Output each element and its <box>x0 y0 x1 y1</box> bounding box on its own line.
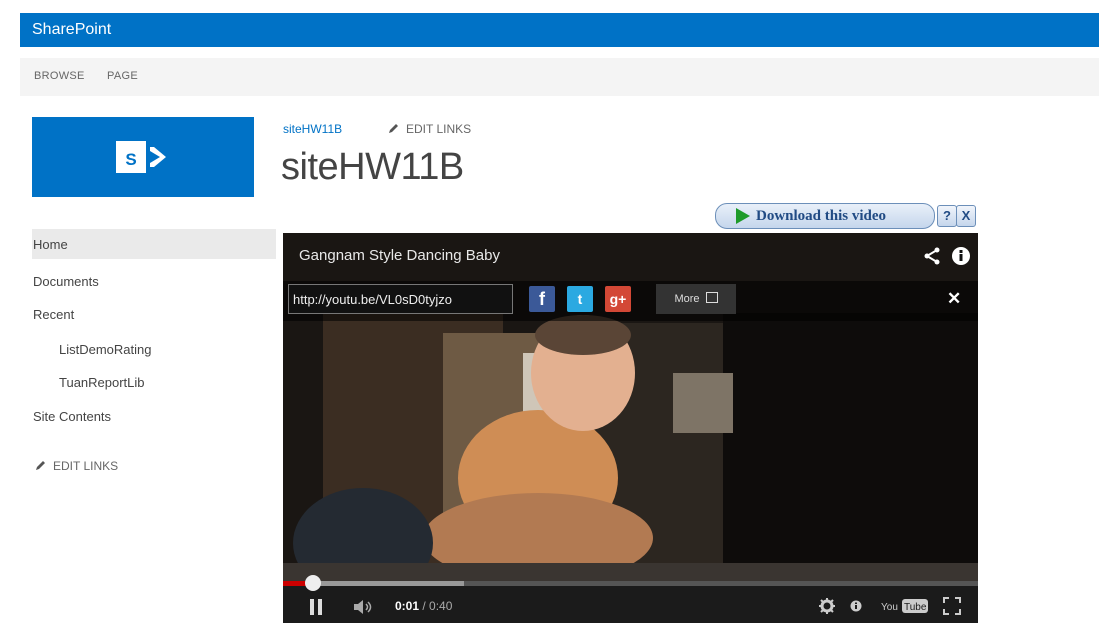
download-help-button[interactable]: ? <box>937 205 957 227</box>
svg-text:You: You <box>881 602 898 613</box>
video-player[interactable]: Gangnam Style Dancing Baby http://youtu.… <box>283 233 978 623</box>
pause-icon[interactable] <box>309 599 323 615</box>
facebook-share-button[interactable]: f <box>529 286 555 312</box>
scrubber-handle[interactable] <box>304 575 321 591</box>
info-icon[interactable] <box>951 246 971 266</box>
pencil-icon <box>389 124 398 133</box>
site-logo[interactable]: S <box>32 117 254 197</box>
youtube-logo-icon[interactable]: You Tube <box>881 597 931 615</box>
time-display: 0:01 / 0:40 <box>395 599 452 613</box>
svg-text:S: S <box>125 150 136 169</box>
more-share-label: More <box>674 293 700 305</box>
current-time: 0:01 <box>395 599 420 613</box>
breadcrumb-edit-links[interactable]: EDIT LINKS <box>388 122 471 136</box>
quick-launch-selected-bg <box>32 229 276 259</box>
edit-links-label: EDIT LINKS <box>53 459 119 473</box>
fullscreen-icon[interactable] <box>943 597 961 615</box>
quick-launch-site-contents[interactable]: Site Contents <box>33 409 111 424</box>
tab-page[interactable]: PAGE <box>107 70 138 82</box>
quick-launch-listdemorating[interactable]: ListDemoRating <box>59 342 152 357</box>
tab-browse[interactable]: BROWSE <box>34 70 85 82</box>
share-close-button[interactable]: ✕ <box>947 289 961 309</box>
quick-launch-tuanreportlib[interactable]: TuanReportLib <box>59 375 145 390</box>
share-url-field[interactable]: http://youtu.be/VL0sD0tyjzo <box>288 284 513 314</box>
svg-text:Tube: Tube <box>904 602 927 613</box>
suite-bar: SharePoint <box>20 13 1099 47</box>
download-close-button[interactable]: X <box>956 205 976 227</box>
download-video-bar: Download this video ? X <box>715 203 976 229</box>
edit-links-label: EDIT LINKS <box>406 122 472 136</box>
video-controls: 0:01 / 0:40 You Tube <box>283 575 978 623</box>
quick-launch-recent[interactable]: Recent <box>33 307 74 322</box>
share-icon[interactable] <box>923 247 941 265</box>
video-title: Gangnam Style Dancing Baby <box>299 247 500 264</box>
play-icon <box>736 208 750 224</box>
duration: / 0:40 <box>422 599 453 613</box>
download-video-label: Download this video <box>756 208 887 224</box>
quick-launch-edit-links[interactable]: EDIT LINKS <box>35 459 118 473</box>
download-video-button[interactable]: Download this video <box>715 203 935 229</box>
google-plus-share-button[interactable]: g+ <box>605 286 631 312</box>
volume-icon[interactable] <box>353 599 375 615</box>
quick-launch-documents[interactable]: Documents <box>33 274 99 289</box>
page-title: siteHW11B <box>281 146 464 188</box>
sharepoint-logo-icon: S <box>116 141 166 173</box>
twitter-share-button[interactable]: t <box>567 286 593 312</box>
ribbon: BROWSE PAGE <box>20 58 1099 96</box>
progress-bar[interactable] <box>283 575 978 591</box>
suite-brand[interactable]: SharePoint <box>32 21 111 39</box>
share-panel: http://youtu.be/VL0sD0tyjzo f t g+ More … <box>283 281 978 321</box>
quick-launch-home[interactable]: Home <box>33 237 68 252</box>
settings-icon[interactable] <box>819 598 835 614</box>
more-share-button[interactable]: More <box>656 284 736 314</box>
annotations-icon[interactable] <box>850 600 862 612</box>
breadcrumb-site-link[interactable]: siteHW11B <box>283 122 342 136</box>
popout-icon <box>705 292 718 303</box>
pencil-icon <box>36 461 45 470</box>
